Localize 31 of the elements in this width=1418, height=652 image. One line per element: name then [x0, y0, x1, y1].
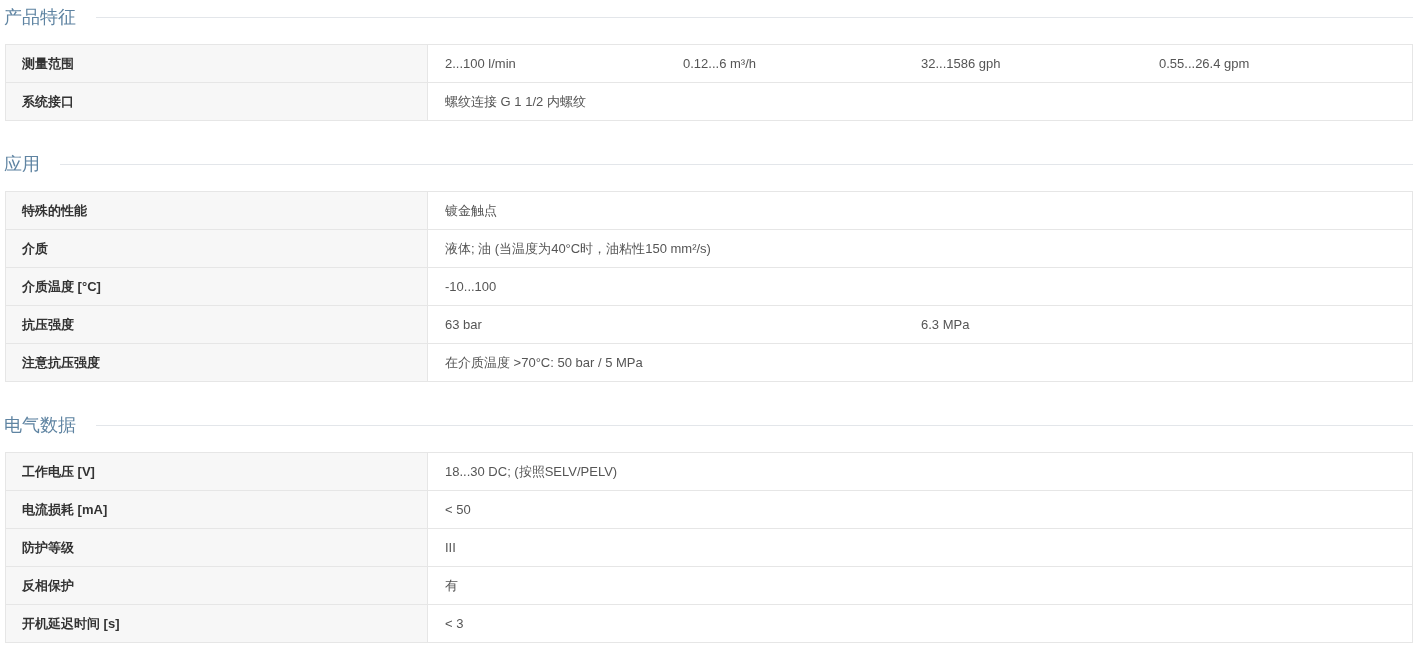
table-cell: 63 bar: [445, 317, 482, 332]
table-cell: 0.12...6 m³/h: [683, 56, 756, 71]
table-cell: 介质温度 [°C]: [6, 268, 428, 305]
table-cell: 反相保护: [6, 567, 428, 604]
table-cell: 2...100 l/min: [445, 56, 516, 71]
section-title: 应用: [3, 153, 41, 176]
table-cell: -10...100: [445, 279, 497, 294]
table-cell: 系统接口: [6, 83, 428, 120]
table-cell: < 50: [445, 502, 471, 517]
table-cell: 开机延迟时间 [s]: [6, 605, 428, 642]
table-cell: 螺纹连接 G 1 1/2 内螺纹: [445, 92, 586, 111]
table-cell: 防护等级: [6, 529, 428, 566]
table-cell: III: [445, 540, 456, 555]
table-cell: < 3: [445, 616, 464, 631]
table-cell: 电流损耗 [mA]: [6, 491, 428, 528]
table-cell: 6.3 MPa: [921, 317, 970, 332]
table-cell: 工作电压 [V]: [6, 453, 428, 490]
table-cell: 特殊的性能: [6, 192, 428, 229]
section-title: 产品特征: [3, 6, 77, 29]
table-cell: 有: [445, 576, 458, 595]
table-cell: 注意抗压强度: [6, 344, 428, 381]
table-cell: 在介质温度 >70°C: 50 bar / 5 MPa: [445, 353, 643, 372]
table-cell: 抗压强度: [6, 306, 428, 343]
section-title: 电气数据: [3, 414, 77, 437]
table-cell: 32...1586 gph: [921, 56, 1001, 71]
table-cell: 测量范围: [6, 45, 428, 82]
table-cell: 0.55...26.4 gpm: [1159, 56, 1250, 71]
table-cell: 介质: [6, 230, 428, 267]
table-cell: 液体; 油 (当温度为40°C时，油粘性150 mm²/s): [445, 239, 711, 258]
table-cell: 镀金触点: [445, 201, 497, 220]
table-cell: 18...30 DC; (按照SELV/PELV): [445, 462, 618, 481]
